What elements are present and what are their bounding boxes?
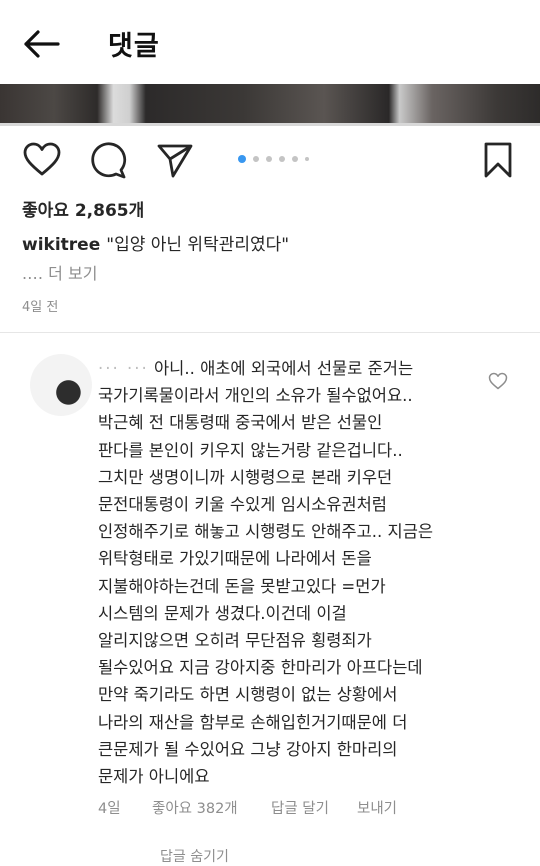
- comment-like-count[interactable]: 좋아요 382개: [152, 797, 238, 818]
- comment-line: 국가기록물이라서 개인의 소유가 될수없어요..: [98, 386, 413, 406]
- avatar[interactable]: [30, 354, 92, 416]
- post-action-bar: [0, 130, 540, 186]
- comment-line: 될수있어요 지금 강아지중 한마리가 아프다는데: [98, 658, 423, 678]
- comment-line: 큰문제가 될 수있어요 그냥 강아지 한마리의: [98, 739, 398, 759]
- carousel-dot: [266, 156, 272, 162]
- carousel-dot: [253, 156, 259, 162]
- comment-time: 4일: [98, 801, 121, 817]
- heart-icon[interactable]: [22, 140, 62, 180]
- comment-line: 박근혜 전 대통령때 중국에서 받은 선물인: [98, 413, 383, 433]
- page-title: 댓글: [108, 31, 160, 62]
- post-caption: wikitree "입양 아닌 위탁관리였다": [22, 230, 289, 255]
- comment-line: 지불해야하는건데 돈을 못받고있다 =먼가: [98, 576, 386, 596]
- comment-line: 나라의 재산을 함부로 손해입힌거기때문에 더: [98, 712, 408, 732]
- carousel-dot-active: [238, 155, 246, 163]
- post-image-strip[interactable]: [0, 84, 540, 124]
- comment-icon[interactable]: [88, 140, 128, 180]
- redacted-username[interactable]: ··· ···: [98, 359, 149, 378]
- comment-line: 만약 죽기라도 하면 시행령이 없는 상황에서: [98, 685, 398, 705]
- post-like-count[interactable]: 좋아요 2,865개: [22, 196, 144, 221]
- carousel-indicator: [238, 154, 316, 164]
- header-bar: 댓글: [0, 0, 540, 86]
- send-button[interactable]: 보내기: [357, 797, 397, 818]
- caption-text: "입양 아닌 위탁관리였다": [106, 235, 290, 255]
- carousel-dot: [305, 157, 309, 161]
- comment-line: 알리지않으면 오히려 무단점유 횡령죄가: [98, 631, 372, 651]
- comment-line: 그치만 생명이니까 시행령으로 본래 키우던: [98, 467, 393, 487]
- comment-line: 시스템의 문제가 생겼다.이건데 이걸: [98, 603, 347, 623]
- reply-button[interactable]: 답글 달기: [271, 797, 329, 818]
- carousel-dot: [292, 156, 298, 162]
- view-replies-link[interactable]: 답글 숨기기: [160, 846, 229, 866]
- comment-line: 문전대통령이 키울 수있게 임시소유권처럼: [98, 495, 387, 515]
- carousel-dot: [279, 156, 285, 162]
- comment-line: 문제가 아니에요: [98, 767, 210, 787]
- comment-line: ··· ··· 아니.. 애초에 외국에서 선물로 준거는: [98, 359, 414, 378]
- post-timestamp: 4일 전: [22, 300, 59, 315]
- more-link[interactable]: .… 더 보기: [22, 260, 97, 284]
- comment-line: 판다를 본인이 키우지 않는거랑 같은겁니다..: [98, 440, 403, 460]
- comment-line: 위탁형태로 가있기때문에 나라에서 돈을: [98, 549, 372, 569]
- post-username[interactable]: wikitree: [22, 235, 100, 255]
- bookmark-icon[interactable]: [478, 140, 518, 180]
- small-heart-icon[interactable]: [488, 372, 508, 390]
- back-arrow-icon[interactable]: [20, 24, 64, 64]
- section-divider: [0, 332, 540, 333]
- comment-text: ··· ··· 아니.. 애초에 외국에서 선물로 준거는 국가기록물이라서 개…: [98, 355, 478, 790]
- send-icon[interactable]: [155, 140, 195, 180]
- image-divider: [0, 123, 540, 126]
- comment-line: 인정해주기로 해놓고 시행령도 안해주고.. 지금은: [98, 522, 434, 542]
